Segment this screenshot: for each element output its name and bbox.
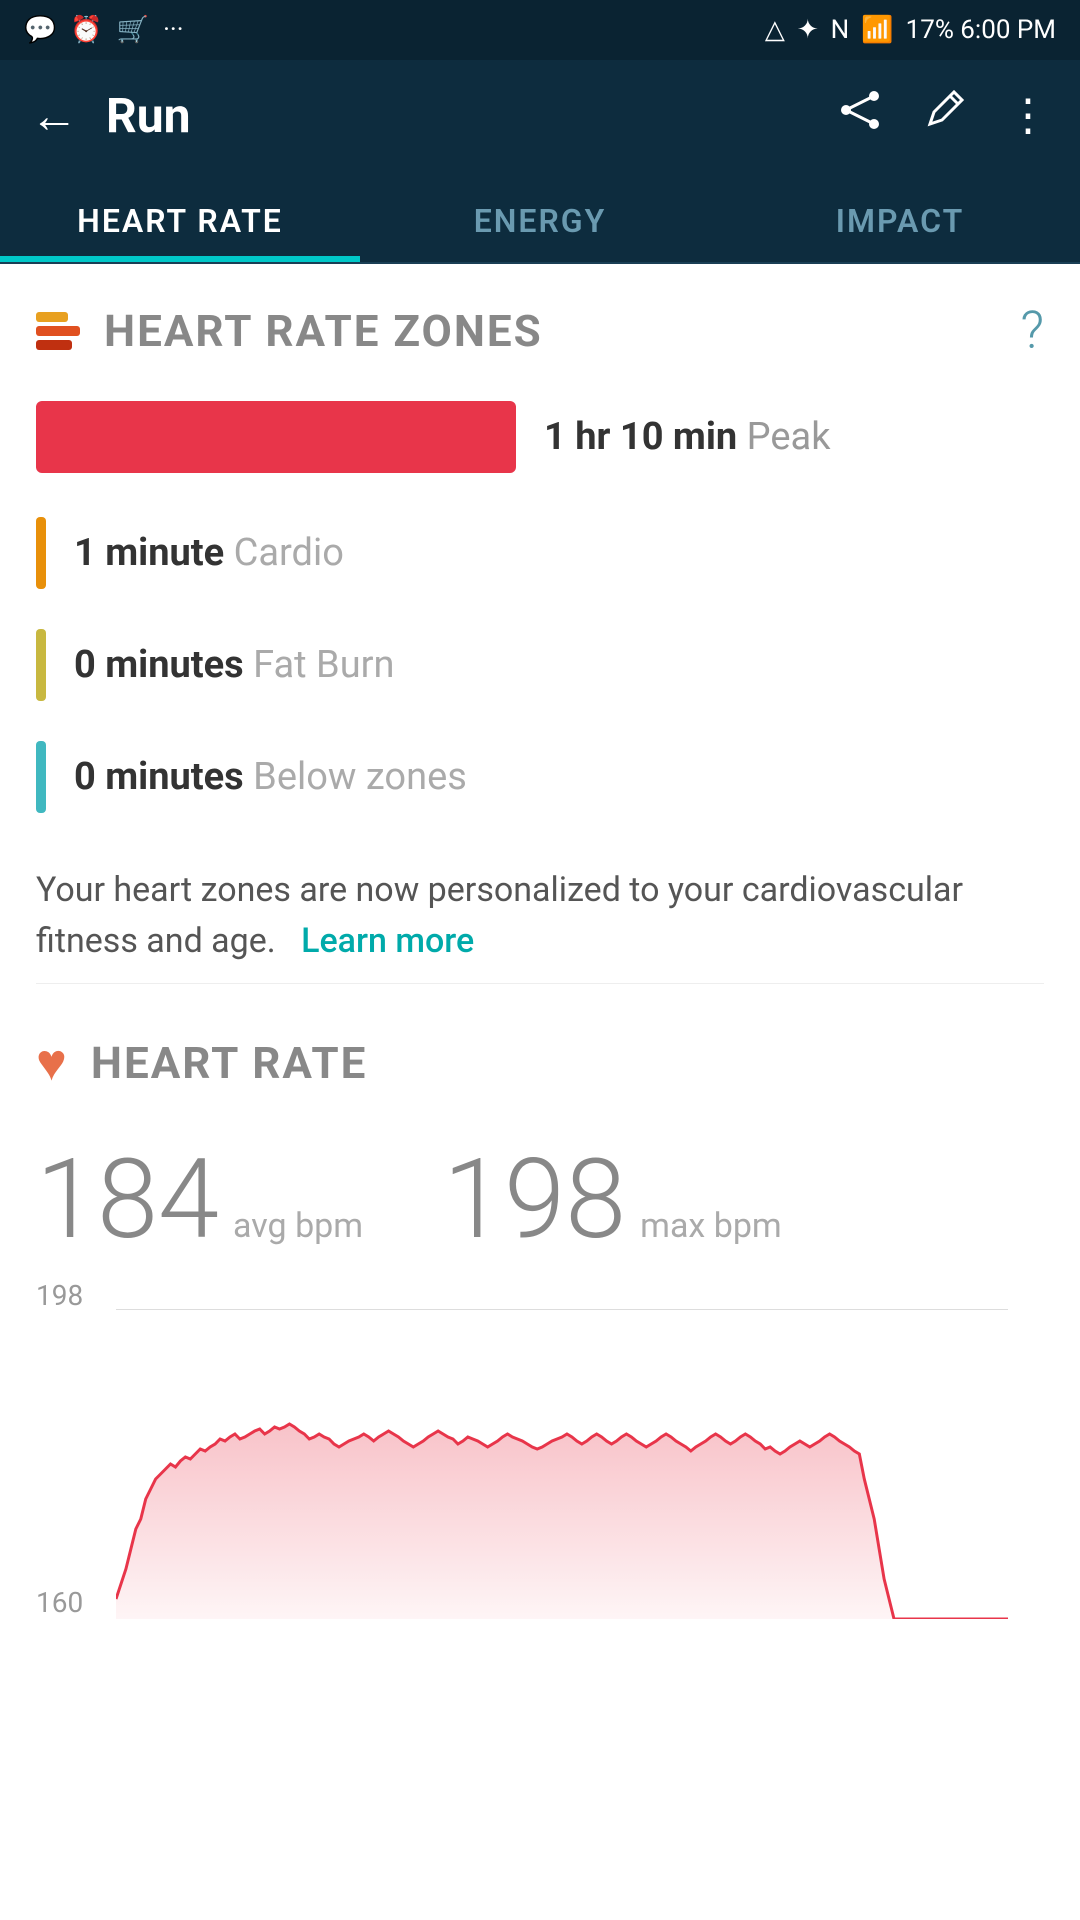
zones-stack-icon: [36, 312, 80, 350]
peak-zone-name: Peak: [747, 415, 831, 459]
peak-bar: [36, 401, 516, 473]
belowzones-row: 0 minutes Below zones: [0, 721, 1080, 833]
message-icon: 💬: [24, 15, 56, 45]
max-bpm-group: 198 max bpm: [443, 1145, 782, 1255]
nav-left: ← Run: [30, 87, 191, 144]
wifi-icon: 📶: [861, 15, 893, 45]
avg-bpm-label: avg bpm: [233, 1206, 363, 1246]
avg-bpm-group: 184 avg bpm: [36, 1145, 363, 1255]
clock-icon: ⏰: [70, 15, 102, 45]
main-content: HEART RATE ZONES ? 1 hr 10 min Peak 1 mi…: [0, 264, 1080, 1619]
cardio-zone-row: 1 minute Cardio: [0, 497, 1080, 609]
back-button[interactable]: ←: [30, 87, 78, 144]
cardio-time: 1 minute: [74, 531, 224, 575]
share-button[interactable]: [838, 88, 882, 143]
bpm-stats: 184 avg bpm 198 max bpm: [0, 1109, 1080, 1279]
fatburn-zone-row: 0 minutes Fat Burn: [0, 609, 1080, 721]
nav-actions: ⋮: [838, 88, 1050, 143]
fatburn-zone-bar: [36, 629, 46, 701]
dots-icon: ···: [163, 15, 183, 45]
hr-section-header: ♥ HEART RATE: [0, 984, 1080, 1109]
more-button[interactable]: ⋮: [1006, 89, 1050, 141]
tab-heart-rate[interactable]: HEART RATE: [0, 170, 360, 262]
stack-bar-1: [36, 312, 68, 322]
status-left-icons: 💬 ⏰ 🛒 ···: [24, 15, 184, 45]
belowzones-text: 0 minutes Below zones: [74, 755, 467, 799]
chart-y-max: 198: [36, 1279, 83, 1312]
fatburn-time: 0 minutes: [74, 643, 244, 687]
help-button[interactable]: ?: [1020, 300, 1044, 361]
peak-zone-row: 1 hr 10 min Peak: [0, 381, 1080, 497]
battery-text: 17% 6:00 PM: [906, 15, 1056, 45]
peak-label: 1 hr 10 min Peak: [544, 415, 830, 459]
zones-info-text: Your heart zones are now personalized to…: [0, 833, 1080, 983]
edit-button[interactable]: [922, 88, 966, 143]
learn-more-link[interactable]: Learn more: [301, 921, 474, 961]
bluetooth-icon: ✦: [797, 15, 819, 45]
belowzones-time: 0 minutes: [74, 755, 244, 799]
hr-section-title: HEART RATE: [91, 1037, 367, 1089]
zones-header-left: HEART RATE ZONES: [36, 305, 543, 357]
stack-bar-3: [36, 340, 72, 350]
cardio-zone-text: 1 minute Cardio: [74, 531, 344, 575]
zones-section-title: HEART RATE ZONES: [104, 305, 543, 357]
cardio-zone-bar: [36, 517, 46, 589]
stack-bar-2: [36, 326, 80, 336]
status-right-info: △ ✦ N 📶 17% 6:00 PM: [765, 15, 1056, 45]
heart-icon: ♥: [36, 1032, 67, 1093]
chart-y-min: 160: [36, 1586, 83, 1619]
page-title: Run: [106, 87, 191, 144]
cardio-label: Cardio: [234, 531, 344, 575]
signal-icon: △: [765, 15, 785, 45]
tab-bar: HEART RATE ENERGY IMPACT: [0, 170, 1080, 264]
status-bar: 💬 ⏰ 🛒 ··· △ ✦ N 📶 17% 6:00 PM: [0, 0, 1080, 60]
belowzones-label: Below zones: [253, 755, 467, 799]
fatburn-label: Fat Burn: [253, 643, 394, 687]
tab-impact[interactable]: IMPACT: [720, 170, 1080, 262]
amazon-icon: 🛒: [117, 15, 149, 45]
fatburn-zone-text: 0 minutes Fat Burn: [74, 643, 395, 687]
hr-chart-svg: [116, 1279, 1008, 1619]
hr-chart-fill: [116, 1424, 1008, 1619]
max-bpm-label: max bpm: [640, 1206, 782, 1246]
tab-energy[interactable]: ENERGY: [360, 170, 720, 262]
top-nav: ← Run ⋮: [0, 60, 1080, 170]
avg-bpm-value: 184: [36, 1145, 219, 1255]
max-bpm-value: 198: [443, 1145, 626, 1255]
heart-rate-chart: 198 160: [0, 1279, 1080, 1619]
belowzones-bar: [36, 741, 46, 813]
peak-time: 1 hr 10 min: [544, 415, 737, 459]
zones-section-header: HEART RATE ZONES ?: [0, 264, 1080, 381]
n-icon: N: [831, 15, 850, 45]
